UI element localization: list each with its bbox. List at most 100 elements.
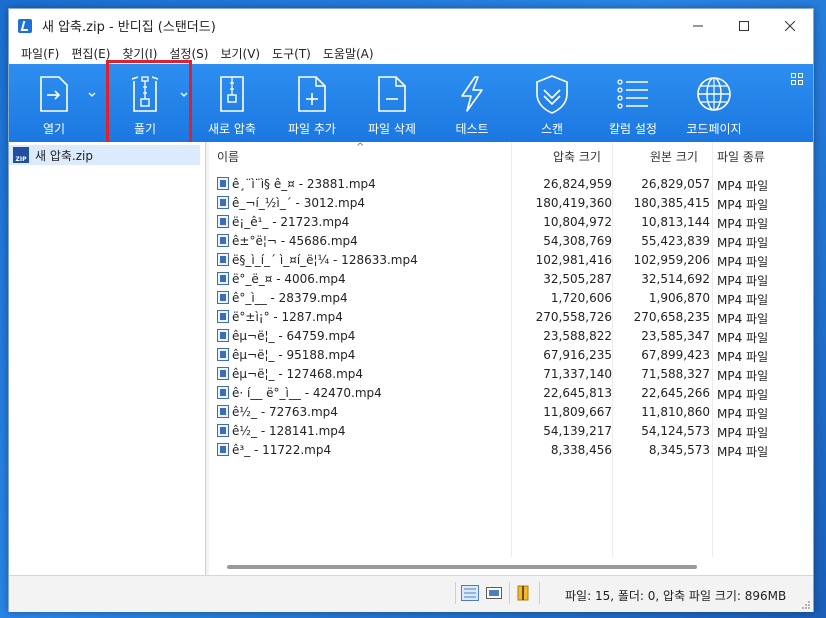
status-separator bbox=[455, 582, 456, 604]
menu-file[interactable]: 파일(F) bbox=[15, 45, 65, 62]
tree-item-label: 새 압축.zip bbox=[35, 148, 93, 163]
table-row[interactable]: ê³_ - 11722.mp4 8,338,456 8,345,573 MP4 파일 bbox=[209, 441, 813, 460]
original-size: 10,813,144 bbox=[641, 215, 710, 229]
table-row[interactable]: êµ¬ë¦_ - 95188.mp4 67,916,235 67,899,423 MP… bbox=[209, 346, 813, 365]
file-type: MP4 파일 bbox=[717, 350, 769, 364]
original-size: 22,645,266 bbox=[641, 386, 710, 400]
file-list-pane: 이름 ^ 압축 크기 원본 크기 파일 종류 ê¸¨ì¨ì§ ê_¤ - 238… bbox=[209, 142, 813, 575]
table-row[interactable]: ë°_ë_¤ - 4006.mp4 32,505,287 32,514,692 MP4… bbox=[209, 270, 813, 289]
original-size: 102,959,206 bbox=[633, 253, 710, 267]
minimize-button[interactable] bbox=[675, 9, 721, 42]
file-name: ê±°ë¦¬ - 45686.mp4 bbox=[232, 234, 358, 248]
tree-item-archive[interactable]: ZIP 새 압축.zip bbox=[9, 145, 200, 165]
table-row[interactable]: ë¡_ê¹_ - 21723.mp4 10,804,972 10,813,144 MP… bbox=[209, 213, 813, 232]
table-row[interactable]: ê½_ - 128141.mp4 54,139,217 54,124,573 MP4 … bbox=[209, 422, 813, 441]
original-size: 26,829,057 bbox=[641, 177, 710, 191]
zip-file-icon: ZIP bbox=[13, 147, 29, 163]
file-name: ë¡_ê¹_ - 21723.mp4 bbox=[232, 215, 350, 229]
maximize-button[interactable] bbox=[721, 9, 767, 42]
original-size: 32,514,692 bbox=[641, 272, 710, 286]
file-type: MP4 파일 bbox=[717, 369, 769, 383]
status-bar: 파일: 15, 폴더: 0, 압축 파일 크기: 896MB bbox=[9, 575, 813, 612]
original-size: 180,385,415 bbox=[633, 196, 710, 210]
column-header-compressed[interactable]: 압축 크기 bbox=[553, 148, 601, 165]
list-columns-icon bbox=[617, 79, 648, 109]
menu-find[interactable]: 찾기(I) bbox=[116, 45, 163, 62]
table-row[interactable]: ê¸¨ì¨ì§ ê_¤ - 23881.mp4 26,824,959 26,829,… bbox=[209, 175, 813, 194]
file-name: ê· í__ ë°_ì__ - 42470.mp4 bbox=[232, 386, 382, 400]
original-size: 270,658,235 bbox=[633, 310, 710, 324]
file-name: ë°_ë_¤ - 4006.mp4 bbox=[232, 272, 346, 286]
original-size: 8,345,573 bbox=[648, 443, 710, 457]
delete-file-button[interactable]: 파일 삭제 bbox=[352, 64, 432, 142]
codepage-button[interactable]: 코드페이지 bbox=[674, 64, 754, 142]
test-button[interactable]: 테스트 bbox=[432, 64, 512, 142]
table-row[interactable]: ë°±ì¡° - 1287.mp4 270,558,726 270,658,235 M… bbox=[209, 308, 813, 327]
compressed-size: 54,139,217 bbox=[543, 424, 612, 438]
table-row[interactable]: ê½_ - 72763.mp4 11,809,667 11,810,860 MP4 파… bbox=[209, 403, 813, 422]
column-header-type[interactable]: 파일 종류 bbox=[717, 148, 765, 165]
thumbnail-view-icon[interactable] bbox=[485, 585, 503, 601]
compressed-size: 8,338,456 bbox=[550, 443, 612, 457]
file-type: MP4 파일 bbox=[717, 331, 769, 345]
resize-grip-icon[interactable] bbox=[801, 600, 811, 610]
table-row[interactable]: êµ¬ë¦_ - 64759.mp4 23,588,822 23,585,347 MP… bbox=[209, 327, 813, 346]
menu-edit[interactable]: 편집(E) bbox=[65, 45, 116, 62]
table-row[interactable]: ê_¬í_½ì_´ - 3012.mp4 180,419,360 180,385,4… bbox=[209, 194, 813, 213]
open-label: 열기 bbox=[42, 122, 66, 136]
column-settings-label: 칼럼 설정 bbox=[609, 122, 657, 136]
file-name: ê°_ì__ - 28379.mp4 bbox=[232, 291, 348, 305]
horizontal-scrollbar[interactable] bbox=[227, 565, 697, 569]
layout-grid-icon[interactable] bbox=[791, 73, 803, 85]
add-file-button[interactable]: 파일 추가 bbox=[272, 64, 352, 142]
compressed-size: 71,337,140 bbox=[543, 367, 612, 381]
bandizip-window: 새 압축.zip - 반디집 (스탠더드) 파일(F) 편집(E) 찾기(I) … bbox=[8, 8, 814, 612]
delete-file-label: 파일 삭제 bbox=[368, 122, 416, 136]
menu-view[interactable]: 보기(V) bbox=[214, 45, 266, 62]
column-header-original[interactable]: 원본 크기 bbox=[650, 148, 698, 165]
column-settings-button[interactable]: 칼럼 설정 bbox=[592, 64, 674, 142]
column-header-name[interactable]: 이름 bbox=[217, 148, 239, 165]
file-type: MP4 파일 bbox=[717, 255, 769, 269]
scan-button[interactable]: 스캔 bbox=[512, 64, 592, 142]
table-row[interactable]: ê· í__ ë°_ì__ - 42470.mp4 22,645,813 22,64… bbox=[209, 384, 813, 403]
file-name: ë°±ì¡° - 1287.mp4 bbox=[232, 310, 343, 324]
close-button[interactable] bbox=[767, 9, 813, 42]
menu-settings[interactable]: 설정(S) bbox=[163, 45, 214, 62]
extract-button[interactable]: 풀기 bbox=[99, 64, 191, 142]
video-file-icon bbox=[217, 348, 229, 361]
window-controls bbox=[675, 9, 813, 42]
video-file-icon bbox=[217, 405, 229, 418]
compressed-size: 67,916,235 bbox=[543, 348, 612, 362]
video-file-icon bbox=[217, 253, 229, 266]
open-icon bbox=[40, 76, 68, 112]
table-row[interactable]: ë§_ì_í_´ ì_¤í_ë¦¼ - 128633.mp4 102,981,41… bbox=[209, 251, 813, 270]
original-size: 55,423,839 bbox=[641, 234, 710, 248]
scan-label: 스캔 bbox=[540, 122, 564, 136]
file-type: MP4 파일 bbox=[717, 274, 769, 288]
video-file-icon bbox=[217, 177, 229, 190]
file-type: MP4 파일 bbox=[717, 236, 769, 250]
original-size: 67,899,423 bbox=[641, 348, 710, 362]
file-rows: ê¸¨ì¨ì§ ê_¤ - 23881.mp4 26,824,959 26,829,… bbox=[209, 175, 813, 460]
app-logo-icon bbox=[18, 18, 32, 33]
video-file-icon bbox=[217, 196, 229, 209]
open-button[interactable]: 열기 bbox=[9, 64, 99, 142]
new-archive-button[interactable]: 새로 압축 bbox=[192, 64, 272, 142]
menu-help[interactable]: 도움말(A) bbox=[317, 45, 380, 62]
file-name: ê½_ - 72763.mp4 bbox=[232, 405, 338, 419]
compressed-size: 22,645,813 bbox=[543, 386, 612, 400]
file-type: MP4 파일 bbox=[717, 198, 769, 212]
chevron-down-icon bbox=[180, 92, 188, 97]
file-type: MP4 파일 bbox=[717, 293, 769, 307]
table-row[interactable]: ê°_ì__ - 28379.mp4 1,720,606 1,906,870 MP4 … bbox=[209, 289, 813, 308]
original-size: 71,588,327 bbox=[641, 367, 710, 381]
table-row[interactable]: êµ¬ë¦_ - 127468.mp4 71,337,140 71,588,327 M… bbox=[209, 365, 813, 384]
add-file-icon bbox=[298, 76, 326, 112]
add-file-label: 파일 추가 bbox=[288, 122, 336, 136]
archive-info-icon bbox=[517, 585, 529, 601]
file-type: MP4 파일 bbox=[717, 179, 769, 193]
details-view-icon[interactable] bbox=[461, 585, 479, 601]
menu-tools[interactable]: 도구(T) bbox=[266, 45, 317, 62]
table-row[interactable]: ê±°ë¦¬ - 45686.mp4 54,308,769 55,423,839 MP… bbox=[209, 232, 813, 251]
